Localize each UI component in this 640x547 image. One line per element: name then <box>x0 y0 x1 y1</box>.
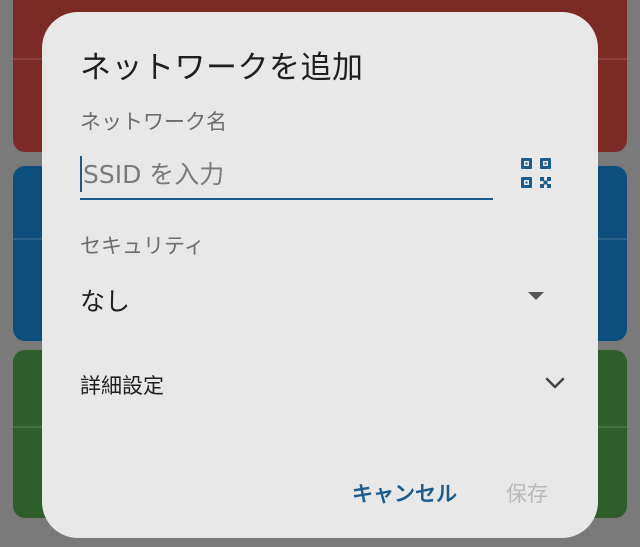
ssid-field[interactable] <box>80 152 493 200</box>
security-value: なし <box>80 287 131 316</box>
save-button[interactable]: 保存 <box>498 472 556 514</box>
network-name-label: ネットワーク名 <box>80 110 227 134</box>
security-dropdown[interactable] <box>72 267 572 327</box>
ssid-input[interactable] <box>80 152 493 196</box>
cancel-button[interactable]: キャンセル <box>344 472 465 514</box>
security-label: セキュリティ <box>80 234 205 258</box>
dropdown-arrow-icon <box>528 292 544 300</box>
add-network-dialog: ネットワークを追加 ネットワーク名 SSID を入力 セキュリティ なし 詳細設… <box>42 12 598 538</box>
chevron-down-icon <box>544 372 566 394</box>
text-caret <box>80 156 82 192</box>
dialog-title: ネットワークを追加 <box>80 50 364 86</box>
advanced-settings-toggle[interactable]: 詳細設定 <box>72 362 582 408</box>
advanced-settings-label: 詳細設定 <box>80 374 164 398</box>
qr-code-scan-icon[interactable] <box>520 157 552 189</box>
